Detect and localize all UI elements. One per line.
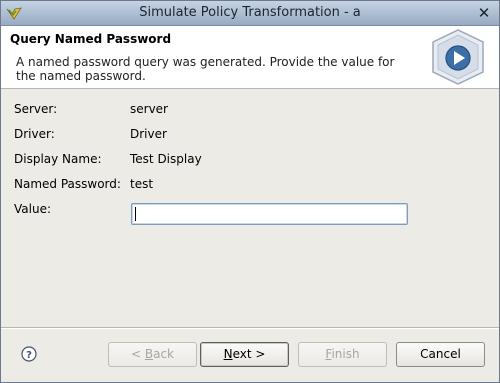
display-name-label: Display Name: — [14, 152, 102, 166]
next-button[interactable]: Next > — [200, 342, 289, 367]
close-icon[interactable]: ✕ — [475, 4, 493, 22]
title-bar[interactable]: Simulate Policy Transformation - a ✕ — [1, 1, 499, 26]
svg-text:?: ? — [26, 350, 32, 361]
display-name-value: Test Display — [130, 152, 202, 166]
finish-button-rest: inish — [331, 347, 360, 361]
header-banner: Query Named Password A named password qu… — [1, 26, 499, 89]
server-label: Server: — [14, 102, 58, 116]
next-button-rest: ext > — [232, 347, 266, 361]
value-input[interactable] — [131, 203, 408, 225]
text-caret — [135, 207, 136, 221]
back-button-prefix: < — [130, 347, 145, 361]
page-heading: Query Named Password — [10, 32, 172, 46]
button-bar-separator — [1, 327, 499, 329]
driver-label: Driver: — [14, 127, 55, 141]
server-value: server — [130, 102, 168, 116]
cancel-button[interactable]: Cancel — [396, 342, 485, 367]
back-button[interactable]: < Back — [108, 342, 197, 367]
back-button-mnemonic: B — [144, 347, 154, 361]
next-button-mnemonic: N — [223, 347, 233, 361]
value-label: Value: — [14, 202, 51, 216]
page-description: A named password query was generated. Pr… — [16, 55, 395, 83]
finish-button[interactable]: Finish — [298, 342, 387, 367]
window-title: Simulate Policy Transformation - a — [139, 5, 361, 20]
driver-value: Driver — [130, 127, 167, 141]
help-icon[interactable]: ? — [21, 346, 37, 362]
named-password-label: Named Password: — [14, 177, 121, 191]
dialog-window: Simulate Policy Transformation - a ✕ Que… — [0, 0, 500, 383]
named-password-value: test — [130, 177, 154, 191]
wizard-play-icon — [432, 29, 484, 85]
back-button-rest: ack — [153, 347, 174, 361]
